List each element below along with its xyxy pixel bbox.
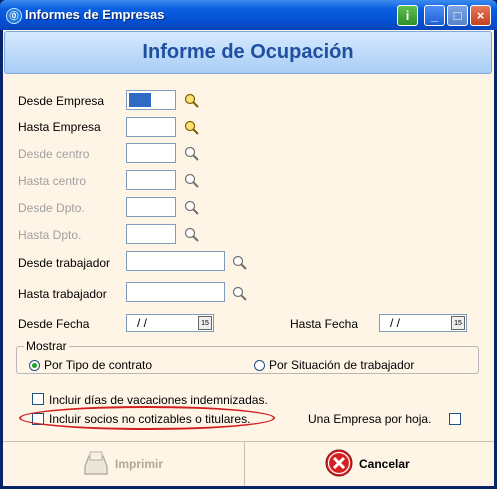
una-empresa-label[interactable]: Una Empresa por hoja. [308,412,431,426]
hasta-dpto-label: Hasta Dpto. [18,228,82,242]
mostrar-legend: Mostrar [24,339,69,353]
desde-dpto-label: Desde Dpto. [18,201,85,215]
radio-tipo-contrato[interactable] [29,360,40,371]
minimize-button[interactable]: _ [424,5,445,26]
search-icon[interactable] [183,226,201,244]
hasta-trabajador-input[interactable] [126,282,225,302]
window-title: Informes de Empresas [25,7,165,22]
imprimir-button[interactable]: Imprimir [3,441,245,486]
search-icon[interactable] [183,92,201,110]
desde-trabajador-input[interactable] [126,251,225,271]
radio-situacion-trabajador-label[interactable]: Por Situación de trabajador [269,358,414,372]
desde-empresa-label: Desde Empresa [18,94,105,108]
search-icon[interactable] [183,119,201,137]
maximize-button[interactable]: □ [447,5,468,26]
page-title: Informe de Ocupación [142,41,354,63]
desde-fecha-label: Desde Fecha [18,317,90,331]
cancelar-label: Cancelar [359,457,410,471]
radio-tipo-contrato-label[interactable]: Por Tipo de contrato [44,358,152,372]
vacaciones-label[interactable]: Incluir días de vacaciones indemnizadas. [49,393,268,407]
app-icon: ⓪ [6,8,22,24]
desde-centro-label: Desde centro [18,147,90,161]
search-icon[interactable] [231,285,249,303]
search-icon[interactable] [231,254,249,272]
title-bar[interactable]: ⓪ Informes de Empresas i _ □ × [0,0,497,30]
close-button[interactable]: × [470,5,491,26]
printer-icon [84,451,108,475]
report-header: Informe de Ocupación [4,31,492,74]
desde-fecha-value: / / [137,316,148,330]
search-icon[interactable] [183,199,201,217]
highlight-ellipse [19,406,275,430]
una-empresa-checkbox[interactable] [449,413,461,425]
desde-trabajador-label: Desde trabajador [18,256,111,270]
calendar-icon[interactable]: 15 [198,316,212,330]
info-icon: i [405,8,410,23]
desde-centro-input[interactable] [126,143,176,163]
hasta-fecha-input[interactable]: / / 15 [379,314,467,332]
calendar-icon[interactable]: 15 [451,316,465,330]
hasta-centro-label: Hasta centro [18,174,87,188]
desde-dpto-input[interactable] [126,197,176,217]
close-icon: × [476,8,485,23]
search-icon[interactable] [183,172,201,190]
radio-situacion-trabajador[interactable] [254,360,265,371]
hasta-dpto-input[interactable] [126,224,176,244]
search-icon[interactable] [183,145,201,163]
hasta-trabajador-label: Hasta trabajador [18,287,107,301]
hasta-centro-input[interactable] [126,170,176,190]
hasta-fecha-label: Hasta Fecha [290,317,359,331]
app-window: ⓪ Informes de Empresas i _ □ × Informe d… [0,0,497,489]
hasta-fecha-value: / / [390,316,401,330]
cancelar-button[interactable]: Cancelar [245,441,494,486]
info-button[interactable]: i [397,5,418,26]
cancel-icon [325,449,353,477]
minimize-icon: _ [430,8,439,23]
imprimir-label: Imprimir [115,457,164,471]
vacaciones-checkbox[interactable] [32,393,44,405]
desde-fecha-input[interactable]: / / 15 [126,314,214,332]
maximize-icon: □ [453,8,462,23]
hasta-empresa-input[interactable] [126,117,176,137]
hasta-empresa-label: Hasta Empresa [18,120,101,134]
desde-empresa-input[interactable] [126,90,176,110]
